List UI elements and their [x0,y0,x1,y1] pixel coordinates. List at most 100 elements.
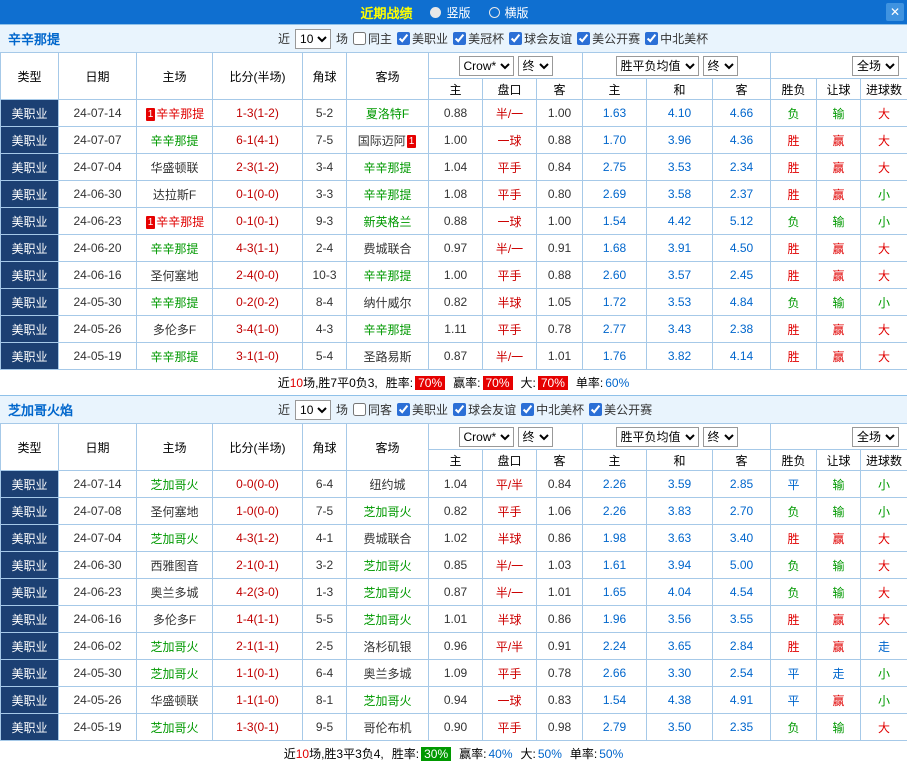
ah-away-odds-cell: 0.98 [537,714,583,741]
scope-header: 全场 [771,53,907,79]
eu-time-select[interactable]: 终 [703,427,738,447]
away-team-name: 芝加哥火 [363,559,411,573]
col-date: 日期 [59,424,137,471]
dialog-title: 近期战绩 [360,3,412,22]
league-filter-checkbox[interactable] [645,32,658,45]
league-filter[interactable]: 美职业 [397,401,448,418]
league-filter[interactable]: 美冠杯 [453,30,504,47]
league-filter[interactable]: 美职业 [397,30,448,47]
away-team-name: 新英格兰 [363,215,411,229]
home-team-cell: 辛辛那提 [137,289,213,316]
away-team-name: 纳什威尔 [363,296,411,310]
away-team-name: 芝加哥火 [363,694,411,708]
score-cell: 1-4(1-1) [213,606,303,633]
ah-home-odds-cell: 0.87 [429,343,483,370]
score-cell: 1-1(1-0) [213,687,303,714]
stat-value: 50% [599,747,623,761]
league-filter-checkbox[interactable] [521,403,534,416]
score-cell: 1-1(0-1) [213,660,303,687]
match-row: 美职业 24-05-30 辛辛那提 0-2(0-2) 8-4 纳什威尔 0.82… [1,289,907,316]
scope-select[interactable]: 全场 [852,427,899,447]
ah-time-select[interactable]: 终 [518,56,553,76]
league-filter-checkbox[interactable] [397,403,410,416]
same-venue-filter-label: 同客 [368,401,392,418]
ah-line-cell: 一球 [483,127,537,154]
eu-odds-select[interactable]: 胜平负均值 [616,427,699,447]
same-venue-filter-checkbox[interactable] [353,403,366,416]
close-icon[interactable]: ✕ [886,3,904,21]
view-option-vertical[interactable]: 竖版 [430,4,470,21]
league-cell: 美职业 [1,660,59,687]
league-filter-checkbox[interactable] [577,32,590,45]
result-cell: 胜 [771,606,817,633]
home-team-name: 多伦多F [153,613,196,627]
league-filter[interactable]: 中北美杯 [521,401,584,418]
ah-line-cell: 平/半 [483,471,537,498]
away-team-cell: 芝加哥火 [347,687,429,714]
ah-time-select[interactable]: 终 [518,427,553,447]
eu-draw-odds-cell: 4.42 [647,208,713,235]
handicap-result-cell: 输 [817,289,861,316]
league-filter-label: 美冠杯 [468,30,504,47]
ah-home-odds-cell: 0.85 [429,552,483,579]
league-filter[interactable]: 球会友谊 [509,30,572,47]
eu-away-odds-cell: 4.36 [713,127,771,154]
handicap-result-cell: 赢 [817,343,861,370]
eu-away-odds-cell: 2.35 [713,714,771,741]
ah-line-cell: 平手 [483,262,537,289]
summary-prefix: 近 [278,374,290,391]
home-team-name: 芝加哥火 [150,721,198,735]
near-label: 近 [278,30,290,47]
league-filter[interactable]: 中北美杯 [645,30,708,47]
same-venue-filter-checkbox[interactable] [353,32,366,45]
match-count-select[interactable]: 10 [295,400,331,420]
league-filter-checkbox[interactable] [453,403,466,416]
ah-away-odds-cell: 0.86 [537,525,583,552]
bookmaker-select[interactable]: Crow* [459,56,514,76]
date-cell: 24-05-30 [59,289,137,316]
eu-time-select[interactable]: 终 [703,56,738,76]
league-filter-checkbox[interactable] [589,403,602,416]
ah-line-cell: 一球 [483,208,537,235]
league-filter-checkbox[interactable] [509,32,522,45]
home-team-name: 辛辛那提 [150,296,198,310]
home-team-cell: 芝加哥火 [137,714,213,741]
handicap-result-cell: 输 [817,471,861,498]
goals-result-cell: 小 [861,181,907,208]
match-row: 美职业 24-05-26 华盛顿联 1-1(1-0) 8-1 芝加哥火 0.94… [1,687,907,714]
col-date: 日期 [59,53,137,100]
col-home: 主场 [137,424,213,471]
eu-home-odds-cell: 1.54 [583,687,647,714]
league-filter-checkbox[interactable] [453,32,466,45]
same-venue-filter[interactable]: 同主 [353,30,392,47]
eu-odds-select[interactable]: 胜平负均值 [616,56,699,76]
scope-select[interactable]: 全场 [852,56,899,76]
match-count-select[interactable]: 10 [295,29,331,49]
col-goals: 进球数 [861,450,907,471]
radio-unselected-icon[interactable] [489,7,500,18]
match-row: 美职业 24-05-19 芝加哥火 1-3(0-1) 9-5 哥伦布机 0.90… [1,714,907,741]
result-cell: 胜 [771,343,817,370]
bookmaker-select[interactable]: Crow* [459,427,514,447]
league-filter[interactable]: 美公开赛 [577,30,640,47]
ah-line-cell: 半球 [483,289,537,316]
summary-bar: 近10场,胜7平0负3,胜率: 70%赢率: 70%大: 70%单率:60% [0,370,907,395]
ah-line-cell: 半球 [483,606,537,633]
league-filter[interactable]: 球会友谊 [453,401,516,418]
league-filter-checkbox[interactable] [397,32,410,45]
eu-home-odds-cell: 2.69 [583,181,647,208]
home-team-name: 芝加哥火 [150,478,198,492]
view-option-horizontal[interactable]: 横版 [489,4,529,21]
same-venue-filter[interactable]: 同客 [353,401,392,418]
view-option-vertical-label: 竖版 [446,4,470,21]
corner-cell: 3-4 [303,154,347,181]
goals-result-cell: 大 [861,606,907,633]
ah-away-odds-cell: 0.80 [537,181,583,208]
radio-selected-icon[interactable] [430,7,441,18]
stat-label: 赢率: [459,745,486,762]
league-filter[interactable]: 美公开赛 [589,401,652,418]
result-cell: 负 [771,714,817,741]
home-team-name: 芝加哥火 [150,640,198,654]
ah-line-cell: 一球 [483,687,537,714]
handicap-result-cell: 输 [817,498,861,525]
